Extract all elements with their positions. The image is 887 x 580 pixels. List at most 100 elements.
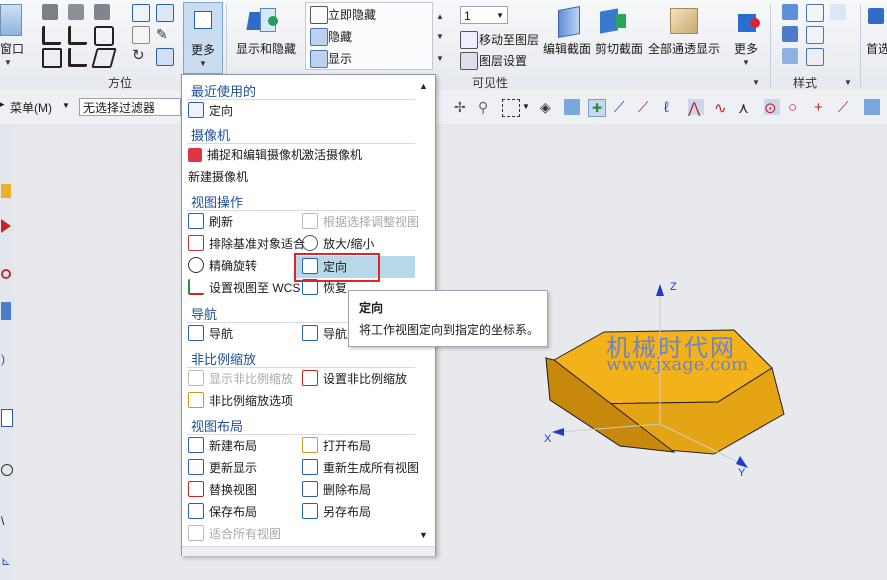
part-nav-icon[interactable]: [1, 269, 11, 279]
quadrant-icon[interactable]: ○: [788, 99, 804, 116]
menu-scroll-up-arrow[interactable]: ▲: [419, 81, 428, 91]
roles-icon[interactable]: ⊾: [1, 554, 11, 568]
menu-item-save-layout-as[interactable]: 另存布局: [302, 502, 371, 522]
layer-settings-icon[interactable]: [460, 52, 478, 70]
menu-item-orient[interactable]: 定向: [302, 257, 347, 277]
style-edges-icon[interactable]: [830, 4, 846, 20]
view-top-icon[interactable]: [68, 4, 84, 20]
style-face-icon[interactable]: [806, 48, 824, 66]
solid-body-icon[interactable]: [564, 99, 580, 115]
window-icon[interactable]: [0, 4, 22, 36]
style-group-arrow[interactable]: ▼: [844, 78, 852, 87]
assembly-nav-icon[interactable]: [1, 184, 11, 198]
visibility-expand[interactable]: ▼: [436, 54, 444, 63]
more-visibility-icon[interactable]: [736, 8, 768, 38]
view-bottom-icon[interactable]: [68, 26, 87, 45]
view-dimetric-icon[interactable]: [91, 48, 117, 68]
part-model[interactable]: Z X Y: [14, 124, 887, 580]
menu-item-fit-exclude-datum[interactable]: 排除基准对象适合: [188, 234, 305, 254]
curve-icon[interactable]: ℓ: [664, 99, 680, 116]
clip-section-icon[interactable]: [600, 6, 632, 36]
show-hide-icon[interactable]: [246, 6, 280, 36]
menu-item-recent-orient[interactable]: 定向: [188, 101, 233, 121]
layer-settings-label[interactable]: 图层设置: [479, 52, 527, 69]
zoom-window-icon[interactable]: [156, 4, 174, 22]
orient-small-icon[interactable]: [156, 48, 174, 66]
snap-point-icon[interactable]: ✢: [454, 99, 470, 115]
selection-filter-combo[interactable]: 无选择过滤器: [79, 98, 181, 116]
move-to-layer-icon[interactable]: [460, 31, 478, 49]
brush-icon[interactable]: ✎: [156, 26, 172, 42]
menu-item-new-camera[interactable]: 新建摄像机: [188, 167, 248, 187]
visibility-scroll-up[interactable]: ▲: [436, 12, 444, 21]
menu-item-precise-rotate[interactable]: 精确旋转: [188, 256, 257, 276]
reuse-lib-icon[interactable]: [1, 302, 11, 320]
show-all-through-label[interactable]: 全部通透显示: [648, 40, 720, 57]
visibility-scroll-down[interactable]: ▼: [436, 32, 444, 41]
view-back-icon[interactable]: [94, 26, 114, 46]
style-hidden-icon[interactable]: [782, 26, 798, 42]
face-icon[interactable]: [864, 99, 880, 115]
intersect-icon[interactable]: ⋏: [738, 99, 754, 117]
snap-endpoint-icon[interactable]: ✚: [588, 99, 606, 117]
menu-item-set-view-wcs[interactable]: 设置视图至 WCS: [188, 278, 300, 298]
more-button[interactable]: 更多 ▼: [183, 2, 223, 74]
point-icon[interactable]: +: [814, 99, 830, 116]
menu-scroll-down-arrow[interactable]: ▼: [419, 530, 428, 540]
style-studio-icon[interactable]: [782, 48, 798, 64]
view-iso-icon[interactable]: [42, 48, 62, 68]
visibility-group-arrow[interactable]: ▼: [752, 78, 760, 87]
menu-item-capture-camera[interactable]: 捕捉和编辑摄像机: [188, 145, 303, 165]
show-icon[interactable]: [310, 50, 328, 68]
rotate-icon[interactable]: ↻: [132, 48, 148, 64]
rectangle-select-icon[interactable]: [502, 99, 520, 117]
view-right-icon[interactable]: [94, 4, 110, 20]
history-icon[interactable]: [1, 409, 13, 427]
window-dropdown-arrow[interactable]: ▼: [4, 58, 12, 67]
menu-item-refresh[interactable]: 刷新: [188, 212, 233, 232]
more-visibility-arrow[interactable]: ▼: [742, 58, 750, 67]
feature-icon[interactable]: ◈: [540, 99, 556, 115]
pan-icon[interactable]: [132, 26, 150, 44]
preferences-icon[interactable]: [868, 8, 884, 24]
edit-section-icon[interactable]: [552, 6, 584, 38]
view-left-icon[interactable]: [42, 26, 61, 45]
constraint-nav-icon[interactable]: [1, 219, 11, 233]
select-dropdown-arrow[interactable]: ▼: [522, 102, 530, 111]
process-studio-icon[interactable]: \: [1, 514, 4, 528]
menu-item-set-nonscale[interactable]: 设置非比例缩放: [302, 369, 407, 389]
more-visibility-label[interactable]: 更多: [734, 40, 758, 57]
move-to-layer-label[interactable]: 移动至图层: [479, 31, 539, 48]
graphics-window[interactable]: Z X Y: [14, 124, 887, 580]
layer-combo[interactable]: 1 ▼: [460, 6, 508, 24]
menu-item-regenerate-views[interactable]: 重新生成所有视图: [302, 458, 419, 478]
style-wireframe-icon[interactable]: [806, 4, 824, 22]
menu-item-fit-all-views[interactable]: 适合所有视图: [188, 524, 281, 544]
center-icon[interactable]: ⊙: [764, 99, 780, 117]
system-material-icon[interactable]: [1, 464, 13, 476]
hide-icon[interactable]: [310, 28, 328, 46]
menu-item-new-layout[interactable]: 新建布局: [188, 436, 257, 456]
menu-button[interactable]: 菜单(M): [10, 99, 52, 116]
spline-icon[interactable]: ∿: [714, 99, 730, 117]
show-hide-label[interactable]: 显示和隐藏: [236, 40, 296, 57]
edit-section-label[interactable]: 编辑截面: [543, 40, 591, 57]
style-shaded-icon[interactable]: [782, 4, 798, 20]
clip-section-label[interactable]: 剪切截面: [595, 40, 643, 57]
immediate-hide-label[interactable]: 立即隐藏: [328, 6, 376, 23]
menu-item-delete-layout[interactable]: 删除布局: [302, 480, 371, 500]
snap-link-icon[interactable]: ⚲: [478, 99, 494, 115]
show-all-through-icon[interactable]: [668, 4, 700, 34]
view-trimetric-icon[interactable]: [68, 48, 87, 67]
menu-item-restore[interactable]: 恢复: [302, 278, 347, 298]
hide-label[interactable]: 隐藏: [328, 28, 352, 45]
view-front-icon[interactable]: [42, 4, 58, 20]
midpoint-icon[interactable]: ⟋: [638, 99, 654, 116]
show-label[interactable]: 显示: [328, 50, 352, 67]
menu-resize-grip[interactable]: [182, 546, 435, 556]
style-dim-icon[interactable]: [806, 26, 824, 44]
preferences-label[interactable]: 首选: [866, 40, 887, 57]
immediate-hide-icon[interactable]: [310, 6, 328, 24]
window-button-label[interactable]: 窗口: [0, 40, 24, 57]
menu-item-nonscale-options[interactable]: 非比例缩放选项: [188, 391, 293, 411]
